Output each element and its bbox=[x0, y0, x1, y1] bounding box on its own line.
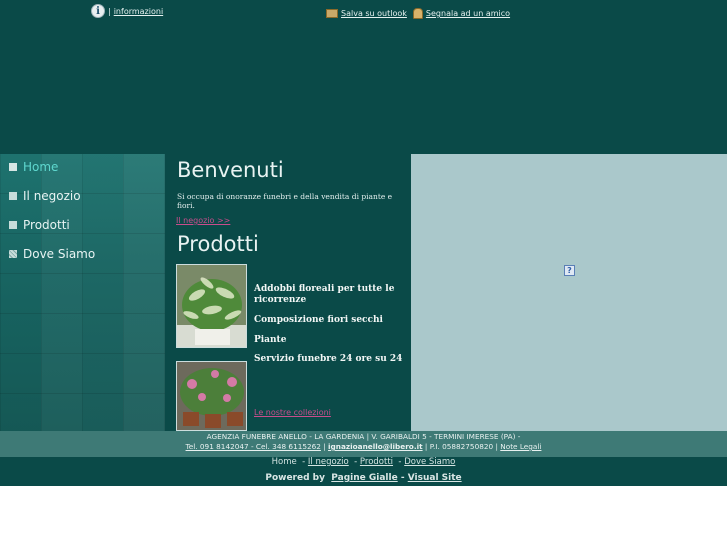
info-area: i | informazioni bbox=[91, 4, 163, 18]
footer-nav-prodotti[interactable]: Prodotti bbox=[360, 457, 393, 467]
footer-email-link[interactable]: ignazioanello@libero.it bbox=[328, 442, 423, 451]
info-link[interactable]: informazioni bbox=[114, 7, 163, 16]
nav-item-dove-siamo[interactable]: Dove Siamo bbox=[9, 247, 95, 261]
product-item: Composizione fiori secchi bbox=[254, 315, 383, 325]
outlook-icon bbox=[326, 9, 338, 18]
map-panel[interactable]: ? bbox=[411, 154, 727, 431]
footer-legal-link[interactable]: Note Legali bbox=[500, 442, 541, 451]
product-item: Addobbi floreali per tutte le ricorrenze bbox=[254, 284, 395, 305]
footer-company: AGENZIA FUNEBRE ANELLO - LA GARDENIA | V… bbox=[206, 432, 521, 441]
sidebar-nav: Home Il negozio Prodotti Dove Siamo bbox=[0, 154, 165, 431]
footer-nav-dove-siamo[interactable]: Dove Siamo bbox=[404, 457, 455, 467]
footer-nav: Home - Il negozio - Prodotti - Dove Siam… bbox=[271, 457, 456, 467]
bullet-icon bbox=[9, 221, 17, 229]
footer-vat: P.I. 05882750820 bbox=[429, 442, 494, 451]
powered-separator: - bbox=[400, 473, 405, 483]
info-separator: | bbox=[108, 6, 111, 16]
tell-friend-link[interactable]: Segnala ad un amico bbox=[412, 8, 510, 19]
product-item: Piante bbox=[254, 335, 287, 345]
nav-item-label: Prodotti bbox=[23, 218, 70, 232]
footer-bottom: Home - Il negozio - Prodotti - Dove Siam… bbox=[0, 457, 727, 486]
pagine-gialle-link[interactable]: Pagine Gialle bbox=[331, 473, 397, 483]
product-image-plant bbox=[176, 264, 247, 348]
negozio-link[interactable]: Il negozio >> bbox=[176, 216, 230, 225]
save-outlook-label[interactable]: Salva su outlook bbox=[341, 9, 407, 18]
nav-item-negozio[interactable]: Il negozio bbox=[9, 189, 81, 203]
nav-item-label: Dove Siamo bbox=[23, 247, 96, 261]
nav-item-label: Home bbox=[23, 160, 59, 174]
footer-phones-link[interactable]: Tel. 091 8142047 - Cel. 348 6115262 bbox=[186, 442, 321, 451]
visual-site-link[interactable]: Visual Site bbox=[408, 473, 462, 483]
product-item: Servizio funebre 24 ore su 24 bbox=[254, 354, 403, 364]
footer-nav-home[interactable]: Home bbox=[272, 457, 297, 467]
missing-plugin-icon: ? bbox=[564, 265, 575, 276]
main-content: Benvenuti Si occupa di onoranze funebri … bbox=[165, 154, 411, 431]
powered-by-label: Powered by bbox=[265, 473, 325, 483]
footer-info: AGENZIA FUNEBRE ANELLO - LA GARDENIA | V… bbox=[0, 431, 727, 457]
nav-item-label: Il negozio bbox=[23, 189, 81, 203]
footer-contacts: Tel. 091 8142047 - Cel. 348 6115262 | ig… bbox=[185, 442, 542, 451]
info-icon[interactable]: i bbox=[91, 4, 105, 18]
collections-link[interactable]: Le nostre collezioni bbox=[254, 408, 331, 417]
bullet-icon bbox=[9, 192, 17, 200]
bullet-icon bbox=[9, 163, 17, 171]
nav-item-prodotti[interactable]: Prodotti bbox=[9, 218, 70, 232]
top-links: Salva su outlook Segnala ad un amico bbox=[326, 8, 510, 19]
powered-by: Powered by Pagine Gialle - Visual Site bbox=[0, 473, 727, 483]
bullet-icon bbox=[9, 250, 17, 258]
intro-text: Si occupa di onoranze funebri e della ve… bbox=[177, 192, 393, 210]
nav-item-home[interactable]: Home bbox=[9, 160, 58, 174]
site-container: i | informazioni Salva su outlook Segnal… bbox=[0, 0, 727, 486]
person-icon bbox=[412, 8, 423, 19]
footer-nav-negozio[interactable]: Il negozio bbox=[308, 457, 349, 467]
product-image-flowers bbox=[176, 361, 247, 431]
save-outlook-link[interactable]: Salva su outlook bbox=[326, 9, 407, 18]
top-bar: i | informazioni Salva su outlook Segnal… bbox=[0, 0, 727, 24]
products-title: Prodotti bbox=[177, 232, 259, 256]
tell-friend-label[interactable]: Segnala ad un amico bbox=[426, 9, 510, 18]
welcome-title: Benvenuti bbox=[177, 158, 284, 182]
